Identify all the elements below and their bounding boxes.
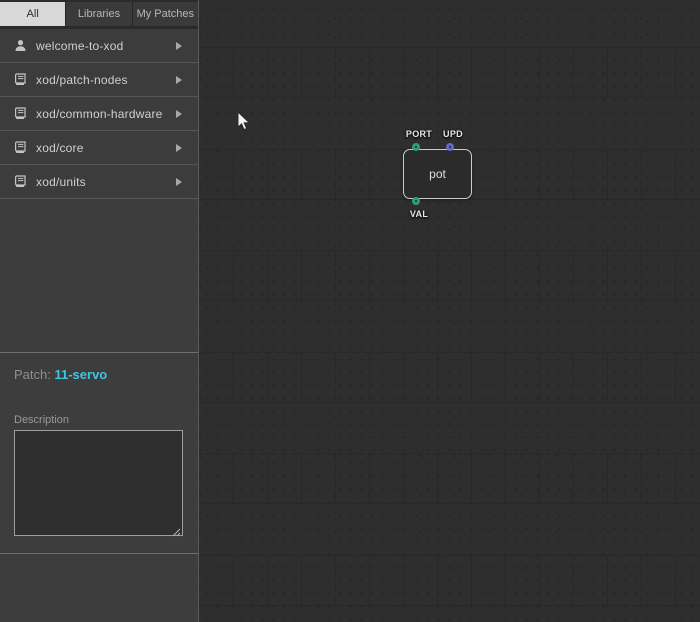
grid-band [199, 47, 700, 98]
book-icon [13, 107, 27, 121]
tab-libraries[interactable]: Libraries [66, 2, 132, 26]
grid-band [199, 555, 700, 606]
pin-upd[interactable] [446, 143, 454, 151]
patch-title-label: Patch: [14, 367, 51, 382]
chevron-right-icon [176, 76, 182, 84]
chevron-right-icon [176, 42, 182, 50]
user-icon [13, 39, 27, 53]
patch-title: Patch: 11-servo [14, 367, 184, 382]
list-item-xod-core[interactable]: xod/core [0, 131, 198, 165]
chevron-right-icon [176, 110, 182, 118]
description-field-wrap [14, 430, 183, 536]
list-item-label: xod/patch-nodes [36, 73, 176, 87]
node-label: pot [429, 167, 446, 181]
description-label: Description [14, 414, 184, 426]
pin-label-val: VAL [410, 209, 428, 219]
sidebar-footer [0, 553, 198, 622]
description-textarea[interactable] [14, 430, 183, 536]
grid-band [199, 352, 700, 403]
node-pot[interactable]: PORT UPD pot VAL [403, 149, 472, 199]
tab-all[interactable]: All [0, 2, 66, 26]
pin-label-upd: UPD [443, 129, 463, 139]
book-icon [13, 175, 27, 189]
list-item-xod-common-hardware[interactable]: xod/common-hardware [0, 97, 198, 131]
list-item-xod-units[interactable]: xod/units [0, 165, 198, 199]
chevron-right-icon [176, 178, 182, 186]
project-browser-sidebar: All Libraries My Patches welcome-to-xod [0, 0, 199, 622]
list-item-label: xod/core [36, 141, 176, 155]
sidebar-spacer [0, 199, 198, 352]
patch-inspector: Patch: 11-servo Description [0, 352, 198, 553]
library-list: welcome-to-xod xod/patch-nodes [0, 29, 198, 199]
list-item-label: xod/common-hardware [36, 107, 176, 121]
patch-canvas[interactable]: PORT UPD pot VAL [199, 0, 700, 622]
grid-band [199, 453, 700, 504]
tab-my-patches[interactable]: My Patches [133, 2, 198, 26]
book-icon [13, 141, 27, 155]
browser-tabbar: All Libraries My Patches [0, 2, 198, 26]
pin-label-port: PORT [406, 129, 432, 139]
list-item-label: xod/units [36, 175, 176, 189]
list-item-xod-patch-nodes[interactable]: xod/patch-nodes [0, 63, 198, 97]
list-item-label: welcome-to-xod [36, 39, 176, 53]
book-icon [13, 73, 27, 87]
list-item-welcome-to-xod[interactable]: welcome-to-xod [0, 29, 198, 63]
patch-name-link[interactable]: 11-servo [54, 367, 107, 382]
pin-val[interactable] [412, 197, 420, 205]
pin-port[interactable] [412, 143, 420, 151]
chevron-right-icon [176, 144, 182, 152]
grid-band [199, 250, 700, 301]
xod-ide-window: All Libraries My Patches welcome-to-xod [0, 0, 700, 622]
